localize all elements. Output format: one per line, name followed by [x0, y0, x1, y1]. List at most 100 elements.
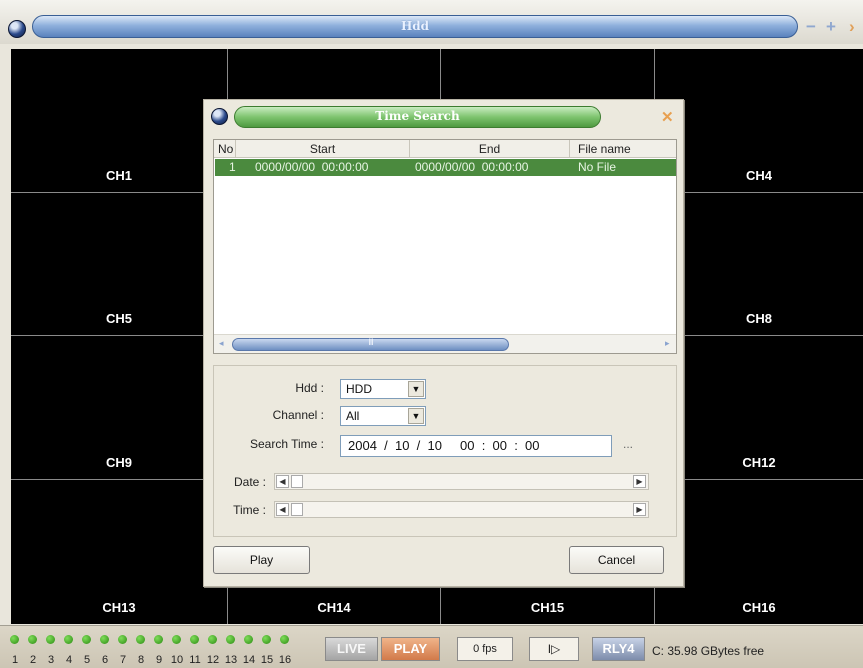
- channel-select[interactable]: All ▼: [340, 406, 426, 426]
- dialog-title: Time Search: [375, 109, 460, 123]
- channel-number[interactable]: 16: [278, 654, 292, 666]
- list-header: No Start End File name: [214, 140, 676, 158]
- channel-number[interactable]: 1: [8, 654, 22, 666]
- hdd-label: Hdd :: [295, 381, 324, 395]
- title-pill: Hdd: [32, 15, 798, 38]
- hdd-select-value: HDD: [346, 382, 372, 396]
- channel-label: CH5: [105, 311, 132, 326]
- column-header-no[interactable]: No: [214, 140, 236, 158]
- time-search-dialog: Time Search ✕ No Start End File name 1 0…: [203, 99, 684, 587]
- channel-status-dot: [118, 635, 127, 644]
- time-label: Time :: [233, 503, 266, 517]
- channel-label-text: Channel :: [272, 408, 324, 422]
- channel-label: CH4: [745, 168, 772, 183]
- channel-number[interactable]: 12: [206, 654, 220, 666]
- app-logo-icon: [8, 20, 26, 38]
- channel-number[interactable]: 5: [80, 654, 94, 666]
- channel-cell[interactable]: CH12: [655, 336, 863, 480]
- more-button[interactable]: ...: [623, 437, 633, 451]
- date-label: Date :: [233, 475, 266, 489]
- scroll-right-icon[interactable]: ▸: [665, 338, 670, 349]
- row-end: 0000/00/00 00:00:00: [415, 160, 529, 174]
- scroll-left-icon[interactable]: ◂: [219, 338, 224, 349]
- play-mode-button[interactable]: PLAY: [381, 637, 440, 661]
- chevron-down-icon[interactable]: ▼: [408, 408, 424, 424]
- step-forward-button[interactable]: I▷: [529, 637, 579, 661]
- hdd-select[interactable]: HDD ▼: [340, 379, 426, 399]
- channel-number[interactable]: 2: [26, 654, 40, 666]
- live-button[interactable]: LIVE: [325, 637, 378, 661]
- time-slider[interactable]: ◀ ▶: [274, 501, 649, 518]
- channel-cell[interactable]: CH13: [11, 480, 228, 624]
- dialog-logo-icon: [211, 108, 228, 125]
- time-slider-thumb[interactable]: [291, 503, 303, 516]
- channel-cell[interactable]: CH5: [11, 193, 228, 336]
- date-left-icon[interactable]: ◀: [276, 475, 289, 488]
- chevron-down-icon[interactable]: ▼: [408, 381, 424, 397]
- relay-button[interactable]: RLY4: [592, 637, 645, 661]
- search-form: Hdd : HDD ▼ Channel : All ▼ Search Time …: [213, 365, 677, 537]
- channel-status-dot: [10, 635, 19, 644]
- date-slider-thumb[interactable]: [291, 475, 303, 488]
- maximize-icon[interactable]: +: [826, 18, 836, 35]
- channel-label: CH15: [530, 600, 565, 615]
- channel-cell[interactable]: CH4: [655, 49, 863, 193]
- channel-status-dot: [64, 635, 73, 644]
- channel-number[interactable]: 6: [98, 654, 112, 666]
- column-header-start[interactable]: Start: [236, 140, 410, 158]
- channel-status-dot: [190, 635, 199, 644]
- channel-status-dot: [226, 635, 235, 644]
- time-right-icon[interactable]: ▶: [633, 503, 646, 516]
- channel-label: CH9: [105, 455, 132, 470]
- channel-number[interactable]: 7: [116, 654, 130, 666]
- window-title: Hdd: [400, 19, 430, 33]
- channel-cell[interactable]: CH9: [11, 336, 228, 480]
- column-header-file-name[interactable]: File name: [570, 140, 676, 158]
- time-left-icon[interactable]: ◀: [276, 503, 289, 516]
- fps-indicator: 0 fps: [457, 637, 513, 661]
- channel-label: CH13: [102, 600, 136, 615]
- channel-label: CH14: [317, 600, 351, 615]
- play-button[interactable]: Play: [213, 546, 310, 574]
- channel-number[interactable]: 8: [134, 654, 148, 666]
- channel-number[interactable]: 9: [152, 654, 166, 666]
- channel-cell[interactable]: CH1: [11, 49, 228, 193]
- channel-cell[interactable]: CH8: [655, 193, 863, 336]
- channel-status-dot: [172, 635, 181, 644]
- channel-number[interactable]: 11: [188, 654, 202, 666]
- search-time-label: Search Time :: [249, 437, 324, 451]
- close-icon[interactable]: ›: [849, 18, 855, 35]
- minimize-icon[interactable]: −: [806, 18, 816, 35]
- title-bar: Hdd − + ›: [0, 0, 863, 44]
- scroll-thumb[interactable]: III: [232, 337, 509, 351]
- date-right-icon[interactable]: ▶: [633, 475, 646, 488]
- close-icon[interactable]: ✕: [661, 110, 674, 125]
- channel-select-value: All: [346, 409, 360, 423]
- scroll-grip: III: [368, 337, 374, 347]
- column-header-end[interactable]: End: [410, 140, 570, 158]
- channel-label: CH12: [742, 455, 776, 470]
- channel-status-dot: [262, 635, 271, 644]
- list-row[interactable]: 1 0000/00/00 00:00:00 0000/00/00 00:00:0…: [215, 159, 676, 176]
- date-slider[interactable]: ◀ ▶: [274, 473, 649, 490]
- channel-number[interactable]: 4: [62, 654, 76, 666]
- channel-status-dot: [28, 635, 37, 644]
- channel-cell[interactable]: CH16: [655, 480, 863, 624]
- channel-number[interactable]: 14: [242, 654, 256, 666]
- channel-number[interactable]: 15: [260, 654, 274, 666]
- channel-status-dot: [82, 635, 91, 644]
- cancel-button[interactable]: Cancel: [569, 546, 664, 574]
- dialog-title-bar: Time Search: [234, 106, 601, 128]
- search-time-input[interactable]: 2004 / 10 / 10 00 : 00 : 00: [340, 435, 612, 457]
- channel-status-dot: [208, 635, 217, 644]
- horizontal-scrollbar[interactable]: ◂ III ▸: [214, 334, 676, 353]
- channel-status-dot: [100, 635, 109, 644]
- channel-number[interactable]: 10: [170, 654, 184, 666]
- channel-number[interactable]: 3: [44, 654, 58, 666]
- channel-label: CH8: [745, 311, 772, 326]
- channel-status-dot: [154, 635, 163, 644]
- channel-label: CH1: [105, 168, 132, 183]
- channel-status-dot: [280, 635, 289, 644]
- status-bar: 1 2 3 4 5 6 7 8 9 10 11 12 13 14 15 16 LIVE PLAY 0 fps …: [0, 625, 863, 668]
- channel-number[interactable]: 13: [224, 654, 238, 666]
